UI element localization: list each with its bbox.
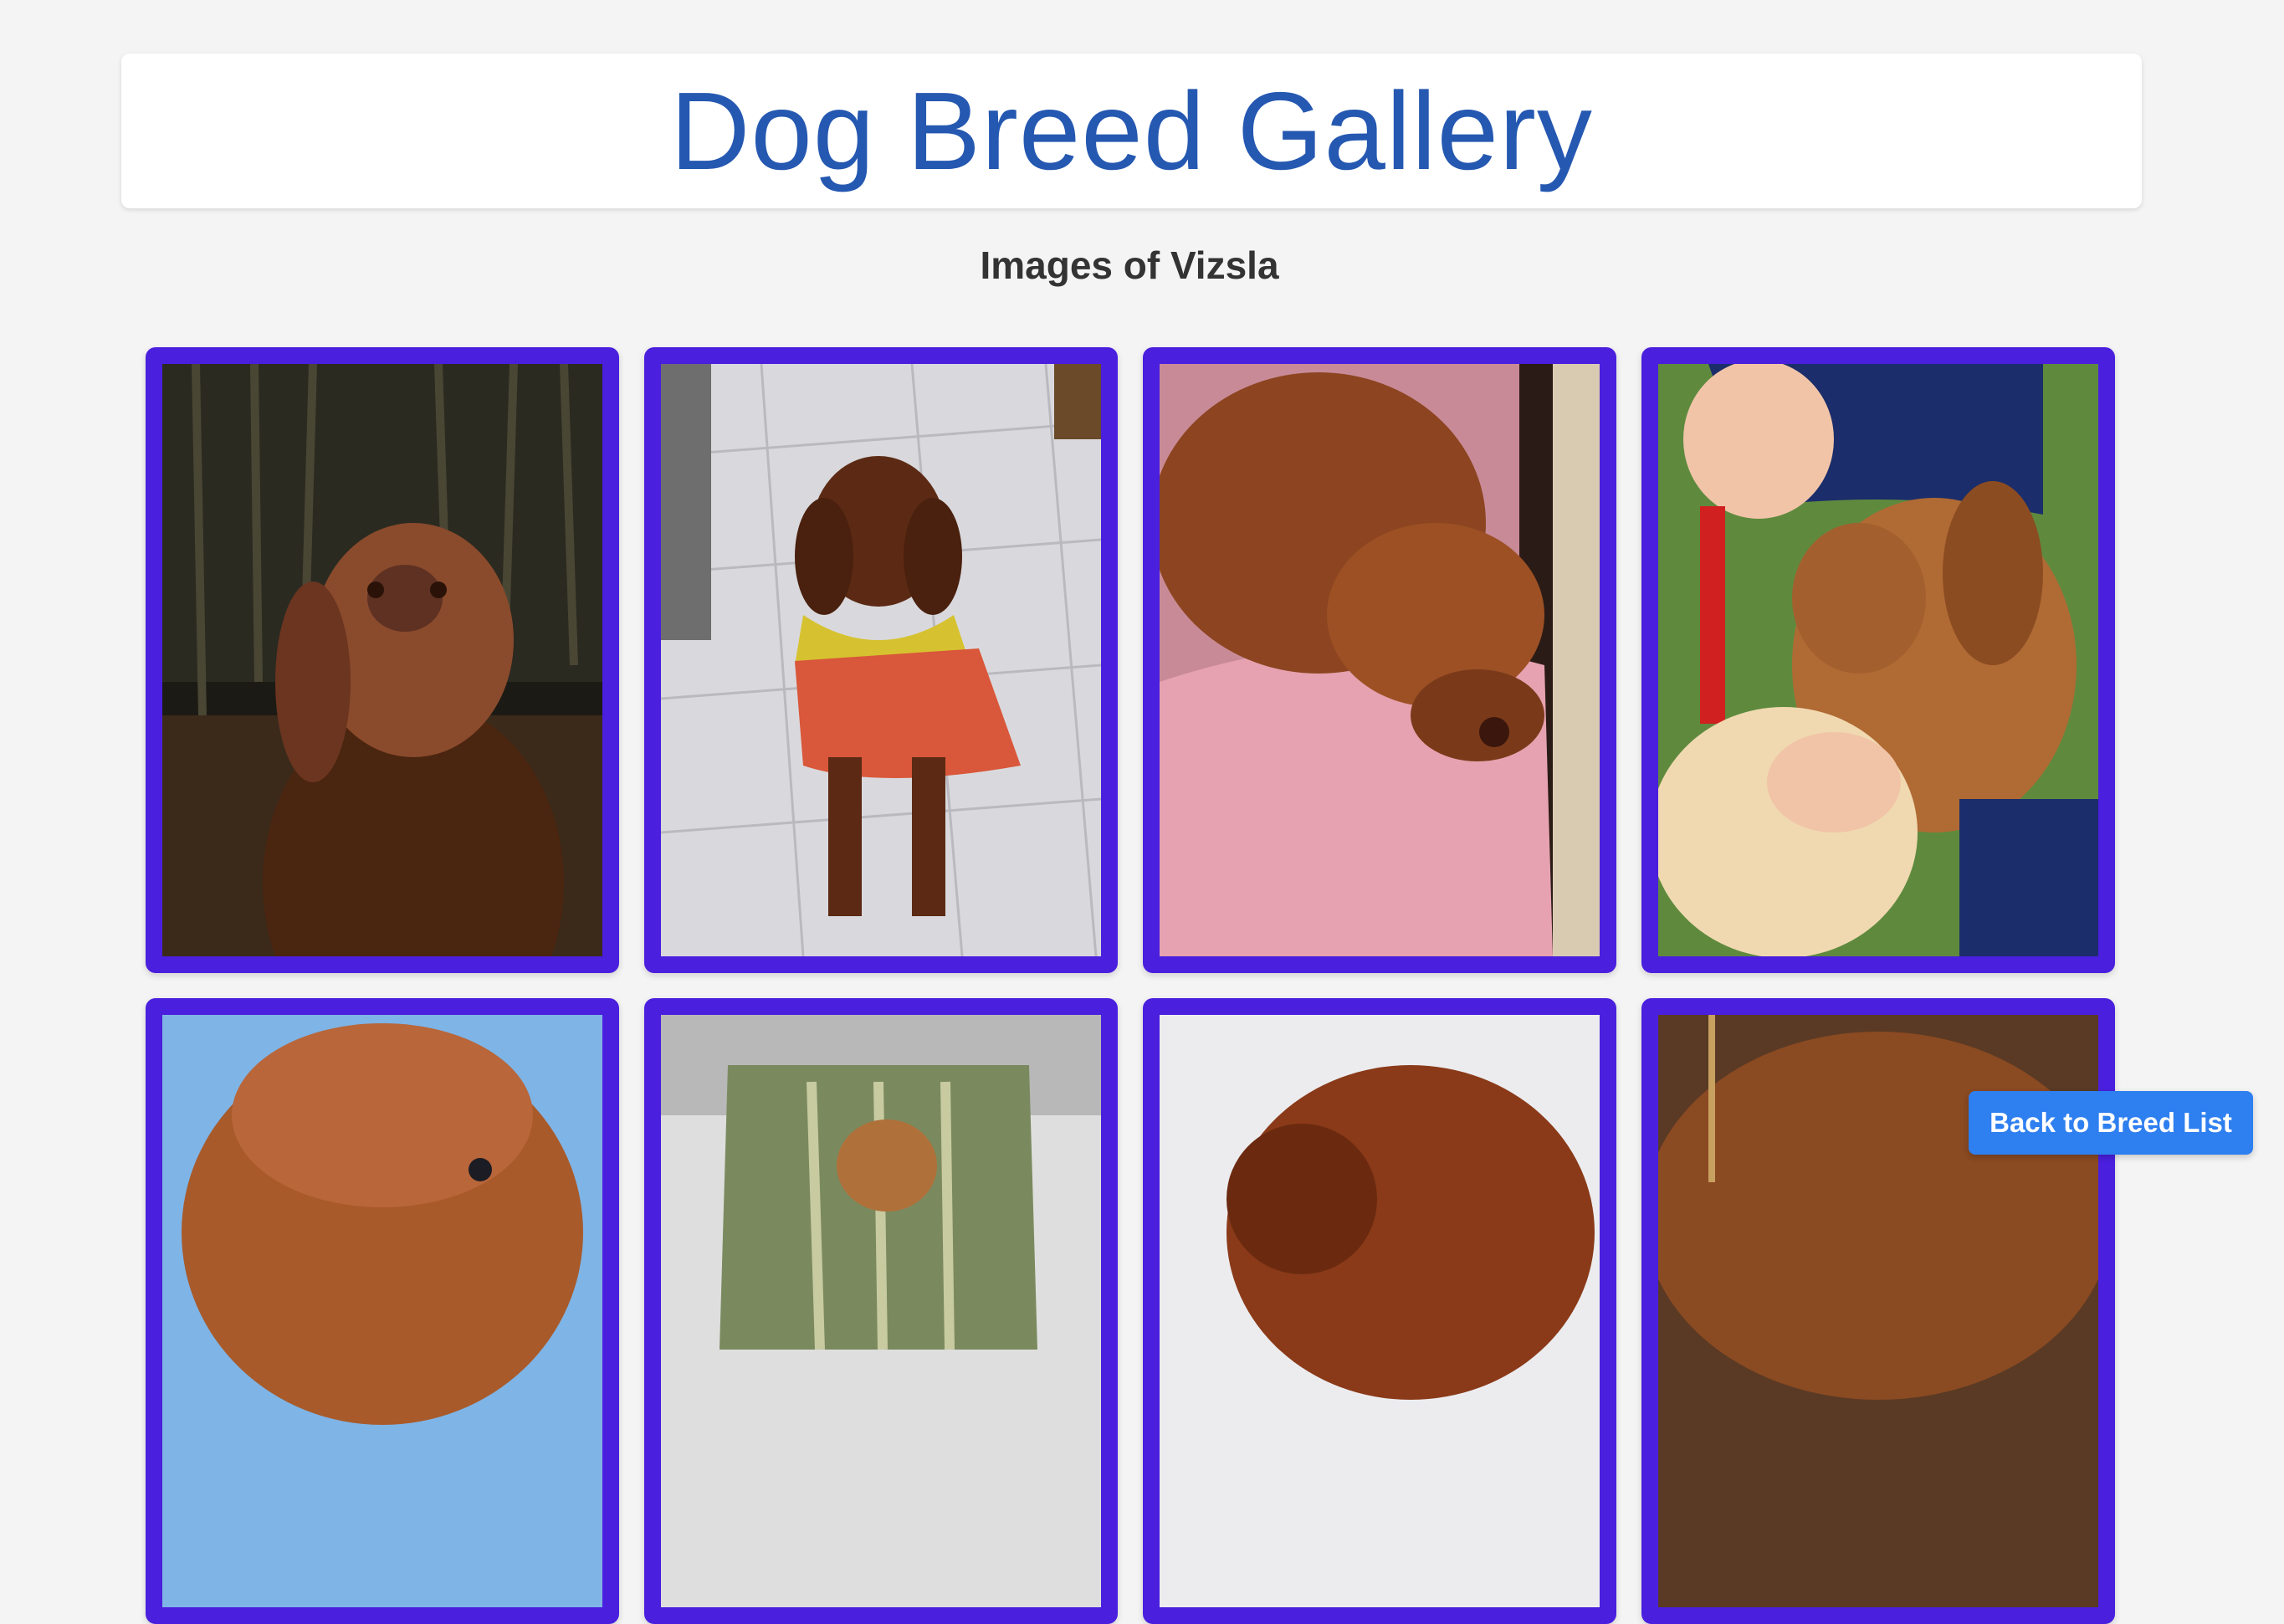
gallery-card[interactable] [644,347,1118,973]
gallery-card[interactable] [644,998,1118,1624]
vizsla-photo-3[interactable] [1160,364,1600,956]
vizsla-photo-2[interactable] [661,364,1101,956]
vizsla-photo-6[interactable] [661,1015,1101,1607]
gallery-card[interactable] [146,347,619,973]
page-title: Dog Breed Gallery [670,69,1593,192]
back-to-breed-list-button[interactable]: Back to Breed List [1969,1091,2253,1155]
gallery-card[interactable] [1641,347,2115,973]
vizsla-photo-1[interactable] [162,364,602,956]
gallery-subtitle: Images of Vizsla [980,243,1279,287]
gallery-card[interactable] [1143,998,1616,1624]
gallery-card[interactable] [1143,347,1616,973]
vizsla-photo-5[interactable] [162,1015,602,1607]
page-header: Dog Breed Gallery [121,54,2142,208]
vizsla-photo-7[interactable] [1160,1015,1600,1607]
gallery-card[interactable] [146,998,619,1624]
vizsla-photo-4[interactable] [1658,364,2098,956]
